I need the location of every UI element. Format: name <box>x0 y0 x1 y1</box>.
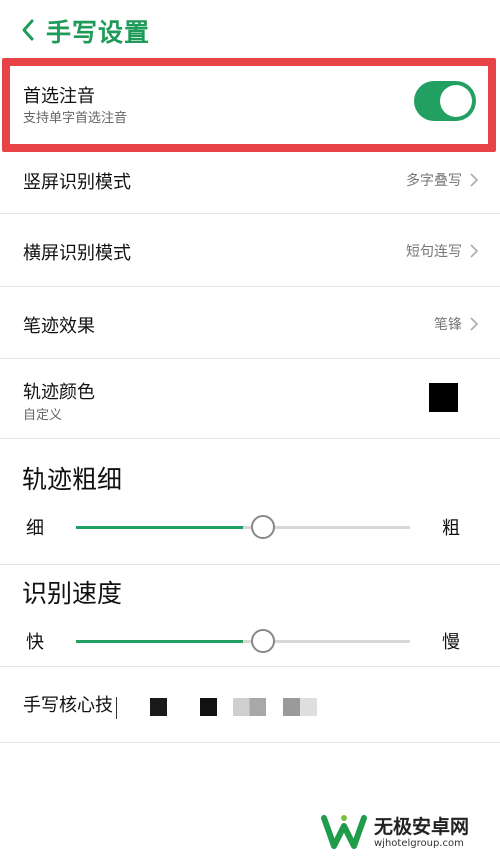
setting-value: 多字叠写 <box>406 173 462 189</box>
watermark-logo-icon <box>321 815 367 849</box>
setting-label: 横屏识别模式 <box>23 243 131 264</box>
thickness-slider-track[interactable] <box>76 526 410 529</box>
mosaic-block <box>233 698 266 716</box>
text-cursor <box>116 697 117 719</box>
speed-slider-track[interactable] <box>76 640 410 643</box>
mosaic-block <box>283 698 317 716</box>
setting-sublabel: 自定义 <box>23 408 63 423</box>
speed-title: 识别速度 <box>22 579 123 608</box>
trace-color-swatch[interactable] <box>429 383 458 412</box>
thickness-title: 轨迹粗细 <box>22 465 123 494</box>
divider <box>0 438 500 439</box>
speed-slider-thumb[interactable] <box>251 629 275 653</box>
mosaic-block <box>200 698 217 716</box>
speed-slider-fill <box>76 640 243 643</box>
speed-max-label: 慢 <box>442 632 460 653</box>
page-title: 手写设置 <box>46 18 151 47</box>
mosaic-block <box>150 698 167 716</box>
speed-min-label: 快 <box>26 632 44 653</box>
site-watermark: 无极安卓网 wjhotelgroup.com <box>320 812 495 854</box>
highlight-box <box>2 58 496 152</box>
setting-label: 竖屏识别模式 <box>23 172 131 193</box>
back-arrow-icon[interactable] <box>16 12 40 48</box>
chevron-right-icon <box>470 317 479 331</box>
divider <box>0 564 500 565</box>
setting-row-portrait-mode[interactable]: 竖屏识别模式 多字叠写 <box>0 152 500 214</box>
divider <box>0 742 500 743</box>
watermark-url: wjhotelgroup.com <box>374 838 464 849</box>
watermark-name: 无极安卓网 <box>374 816 470 838</box>
setting-row-trace-color[interactable]: 轨迹颜色 自定义 <box>0 359 500 438</box>
top-bar: 手写设置 <box>0 0 500 58</box>
chevron-right-icon <box>470 173 479 187</box>
thickness-min-label: 细 <box>26 518 44 539</box>
setting-label: 轨迹颜色 <box>23 382 95 403</box>
setting-label: 手写核心技 <box>23 695 113 716</box>
thickness-slider-thumb[interactable] <box>251 515 275 539</box>
setting-value: 短句连写 <box>406 244 462 260</box>
setting-label: 笔迹效果 <box>23 316 95 337</box>
setting-row-landscape-mode[interactable]: 横屏识别模式 短句连写 <box>0 214 500 286</box>
setting-value: 笔锋 <box>434 317 462 333</box>
setting-row-stroke-effect[interactable]: 笔迹效果 笔锋 <box>0 287 500 358</box>
chevron-right-icon <box>470 244 479 258</box>
thickness-max-label: 粗 <box>442 518 460 539</box>
thickness-slider-fill <box>76 526 243 529</box>
